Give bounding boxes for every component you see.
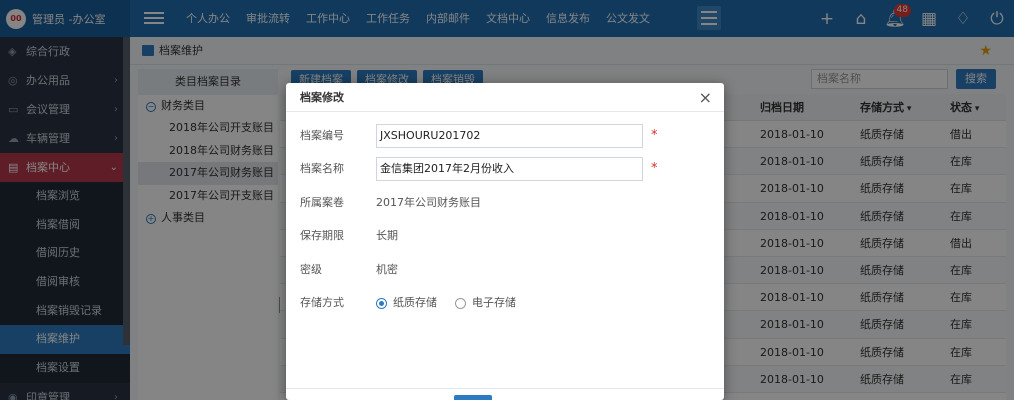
close-icon[interactable]: × bbox=[699, 83, 712, 112]
dialog-footer bbox=[286, 388, 724, 400]
radio-unchecked-icon[interactable] bbox=[455, 297, 466, 309]
dialog-header: 档案修改 × bbox=[286, 83, 724, 112]
field-row: 档案编号 JXSHOURU201702 * bbox=[300, 124, 710, 148]
volume-value: 2017年公司财务账目 bbox=[376, 196, 481, 209]
field-label: 存储方式 bbox=[300, 296, 344, 309]
field-label: 档案编号 bbox=[300, 129, 344, 142]
period-value: 长期 bbox=[376, 229, 398, 242]
radio-label: 电子存储 bbox=[472, 296, 516, 309]
field-row: 档案名称 金信集团2017年2月份收入 * bbox=[300, 157, 710, 181]
field-label: 档案名称 bbox=[300, 162, 344, 175]
field-label: 保存期限 bbox=[300, 229, 344, 242]
field-row: 所属案卷 2017年公司财务账目 bbox=[300, 191, 710, 215]
field-row: 存储方式 纸质存储 电子存储 bbox=[300, 291, 710, 315]
dialog-title: 档案修改 bbox=[300, 91, 344, 104]
field-row: 密级 机密 bbox=[300, 258, 710, 282]
archive-code-input[interactable]: JXSHOURU201702 bbox=[376, 124, 643, 148]
required-mark: * bbox=[651, 161, 658, 176]
radio-checked-icon[interactable] bbox=[376, 297, 387, 309]
radio-label: 纸质存储 bbox=[393, 296, 437, 309]
field-label: 密级 bbox=[300, 263, 322, 276]
field-row: 保存期限 长期 bbox=[300, 224, 710, 248]
storage-radio-electronic[interactable]: 电子存储 bbox=[455, 291, 516, 315]
field-label: 所属案卷 bbox=[300, 196, 344, 209]
secret-value: 机密 bbox=[376, 263, 398, 276]
save-button[interactable] bbox=[454, 395, 492, 400]
archive-name-input[interactable]: 金信集团2017年2月份收入 bbox=[376, 157, 643, 181]
required-mark: * bbox=[651, 128, 658, 143]
storage-radio-paper[interactable]: 纸质存储 bbox=[376, 291, 437, 315]
edit-archive-dialog: 档案修改 × 档案编号 JXSHOURU201702 * 档案名称 金信集团20… bbox=[286, 83, 724, 400]
